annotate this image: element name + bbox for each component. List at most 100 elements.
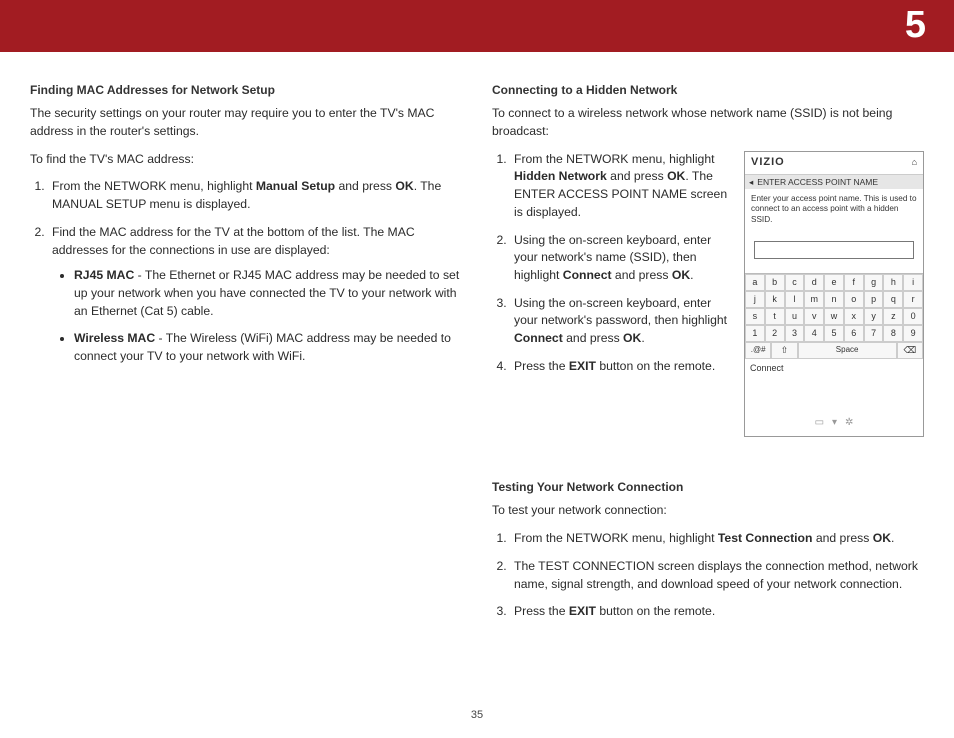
paragraph: To connect to a wireless network whose n… bbox=[492, 105, 924, 140]
key[interactable]: 7 bbox=[864, 325, 884, 342]
bold-text: Connect bbox=[514, 331, 563, 345]
key[interactable]: u bbox=[785, 308, 805, 325]
symbols-key[interactable]: .@# bbox=[745, 342, 771, 359]
connect-button[interactable]: Connect bbox=[745, 359, 923, 378]
key[interactable]: c bbox=[785, 274, 805, 291]
key[interactable]: e bbox=[824, 274, 844, 291]
bold-text: OK bbox=[873, 531, 891, 545]
bold-text: Wireless MAC bbox=[74, 331, 155, 345]
text: Press the bbox=[514, 359, 569, 373]
key[interactable]: a bbox=[745, 274, 765, 291]
home-icon: ⌂ bbox=[912, 156, 917, 169]
page-content: Finding MAC Addresses for Network Setup … bbox=[0, 52, 954, 635]
text: Using the on-screen keyboard, enter your… bbox=[514, 296, 727, 328]
page-number: 35 bbox=[471, 708, 483, 724]
key[interactable]: p bbox=[864, 291, 884, 308]
key[interactable]: m bbox=[804, 291, 824, 308]
ordered-list: From the NETWORK menu, highlight Test Co… bbox=[510, 530, 924, 621]
bold-text: Manual Setup bbox=[256, 179, 335, 193]
key[interactable]: z bbox=[883, 308, 903, 325]
text: From the NETWORK menu, highlight bbox=[52, 179, 256, 193]
key[interactable]: q bbox=[883, 291, 903, 308]
list-item: Wireless MAC - The Wireless (WiFi) MAC a… bbox=[74, 330, 462, 365]
ui-help-text: Enter your access point name. This is us… bbox=[745, 189, 923, 235]
ordered-list: From the NETWORK menu, highlight Hidden … bbox=[510, 151, 730, 376]
list-item: RJ45 MAC - The Ethernet or RJ45 MAC addr… bbox=[74, 267, 462, 320]
ordered-list: From the NETWORK menu, highlight Manual … bbox=[48, 178, 462, 365]
section-title-testing: Testing Your Network Connection bbox=[492, 479, 924, 496]
section-title-hidden: Connecting to a Hidden Network bbox=[492, 82, 924, 99]
key[interactable]: 8 bbox=[883, 325, 903, 342]
key[interactable]: s bbox=[745, 308, 765, 325]
bullet-list: RJ45 MAC - The Ethernet or RJ45 MAC addr… bbox=[74, 267, 462, 365]
key[interactable]: g bbox=[864, 274, 884, 291]
key[interactable]: r bbox=[903, 291, 923, 308]
ui-title: ENTER ACCESS POINT NAME bbox=[757, 176, 878, 188]
text: button on the remote. bbox=[596, 604, 715, 618]
space-key[interactable]: Space bbox=[798, 342, 897, 359]
chapter-header-bar: 5 bbox=[0, 0, 954, 52]
key[interactable]: x bbox=[844, 308, 864, 325]
key[interactable]: d bbox=[804, 274, 824, 291]
key[interactable]: k bbox=[765, 291, 785, 308]
list-item: From the NETWORK menu, highlight Manual … bbox=[48, 178, 462, 213]
shift-key[interactable]: ⇧ bbox=[771, 342, 797, 359]
bold-text: OK bbox=[623, 331, 641, 345]
key[interactable]: 6 bbox=[844, 325, 864, 342]
bold-text: OK bbox=[395, 179, 413, 193]
ssid-input[interactable] bbox=[754, 241, 914, 259]
key[interactable]: o bbox=[844, 291, 864, 308]
text: and press bbox=[335, 179, 395, 193]
text: From the NETWORK menu, highlight bbox=[514, 531, 718, 545]
key[interactable]: v bbox=[804, 308, 824, 325]
text: button on the remote. bbox=[596, 359, 715, 373]
key[interactable]: t bbox=[765, 308, 785, 325]
key[interactable]: y bbox=[864, 308, 884, 325]
key[interactable]: h bbox=[883, 274, 903, 291]
bold-text: Connect bbox=[563, 268, 612, 282]
bold-text: Test Connection bbox=[718, 531, 813, 545]
key[interactable]: 4 bbox=[804, 325, 824, 342]
list-item: Using the on-screen keyboard, enter your… bbox=[510, 232, 730, 285]
wide-icon: ▭ bbox=[815, 416, 824, 431]
list-item: Using the on-screen keyboard, enter your… bbox=[510, 295, 730, 348]
left-column: Finding MAC Addresses for Network Setup … bbox=[30, 82, 462, 635]
key[interactable]: f bbox=[844, 274, 864, 291]
key[interactable]: 1 bbox=[745, 325, 765, 342]
gear-icon: ✲ bbox=[845, 416, 853, 431]
paragraph: To test your network connection: bbox=[492, 502, 924, 520]
ui-header: VIZIO ⌂ bbox=[745, 152, 923, 175]
key[interactable]: 9 bbox=[903, 325, 923, 342]
key[interactable]: b bbox=[765, 274, 785, 291]
key[interactable]: l bbox=[785, 291, 805, 308]
list-item: From the NETWORK menu, highlight Test Co… bbox=[510, 530, 924, 548]
key[interactable]: n bbox=[824, 291, 844, 308]
key[interactable]: i bbox=[903, 274, 923, 291]
brand-logo: VIZIO bbox=[751, 155, 785, 171]
paragraph: To find the TV's MAC address: bbox=[30, 151, 462, 169]
list-item: From the NETWORK menu, highlight Hidden … bbox=[510, 151, 730, 222]
ui-footer-icons: ▭ ▾ ✲ bbox=[745, 378, 923, 436]
key[interactable]: 5 bbox=[824, 325, 844, 342]
key[interactable]: 3 bbox=[785, 325, 805, 342]
back-icon: ◂ bbox=[749, 176, 753, 188]
hidden-network-steps: From the NETWORK menu, highlight Hidden … bbox=[492, 151, 730, 437]
ui-title-row: ◂ ENTER ACCESS POINT NAME bbox=[745, 175, 923, 189]
text: Press the bbox=[514, 604, 569, 618]
bold-text: OK bbox=[672, 268, 690, 282]
text: . bbox=[891, 531, 894, 545]
onscreen-keyboard: abcdefghi jklmnopqr stuvwxyz0 123456789 … bbox=[745, 273, 923, 359]
list-item: Find the MAC address for the TV at the b… bbox=[48, 224, 462, 366]
text: From the NETWORK menu, highlight bbox=[514, 152, 714, 166]
text: and press bbox=[612, 268, 672, 282]
key[interactable]: w bbox=[824, 308, 844, 325]
text: . bbox=[690, 268, 693, 282]
chapter-number: 5 bbox=[905, 0, 926, 54]
key[interactable]: 2 bbox=[765, 325, 785, 342]
text: and press bbox=[812, 531, 872, 545]
paragraph: The security settings on your router may… bbox=[30, 105, 462, 140]
key[interactable]: j bbox=[745, 291, 765, 308]
list-item: Press the EXIT button on the remote. bbox=[510, 358, 730, 376]
backspace-key[interactable]: ⌫ bbox=[897, 342, 923, 359]
key[interactable]: 0 bbox=[903, 308, 923, 325]
